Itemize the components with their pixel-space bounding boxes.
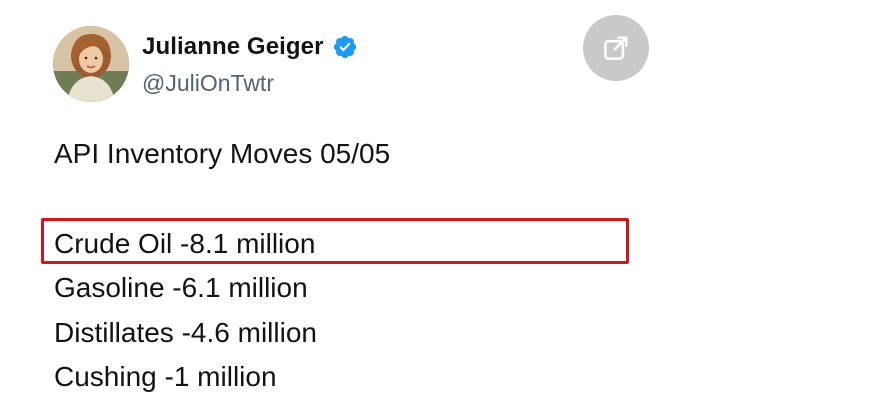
avatar[interactable] bbox=[53, 26, 129, 102]
inventory-line-distillates: Distillates -4.6 million bbox=[54, 316, 317, 348]
inventory-line-gasoline: Gasoline -6.1 million bbox=[54, 272, 308, 303]
verified-badge-icon bbox=[332, 34, 358, 60]
avatar-photo bbox=[53, 26, 129, 102]
tweet-title-line: API Inventory Moves 05/05 bbox=[54, 138, 391, 169]
tweet-spacer bbox=[54, 177, 390, 222]
open-in-new-icon bbox=[604, 36, 628, 60]
open-tweet-button[interactable] bbox=[583, 15, 649, 81]
inventory-line-cushing: Cushing -1 million bbox=[54, 361, 277, 392]
author-display-name[interactable]: Julianne Geiger bbox=[142, 33, 324, 61]
author-handle[interactable]: @JuliOnTwtr bbox=[142, 70, 274, 97]
author-name-row: Julianne Geiger bbox=[142, 30, 358, 64]
inventory-line-crude-oil: Crude Oil -8.1 million bbox=[54, 227, 316, 259]
tweet-text: API Inventory Moves 05/05 Crude Oil -8.1… bbox=[54, 132, 390, 400]
